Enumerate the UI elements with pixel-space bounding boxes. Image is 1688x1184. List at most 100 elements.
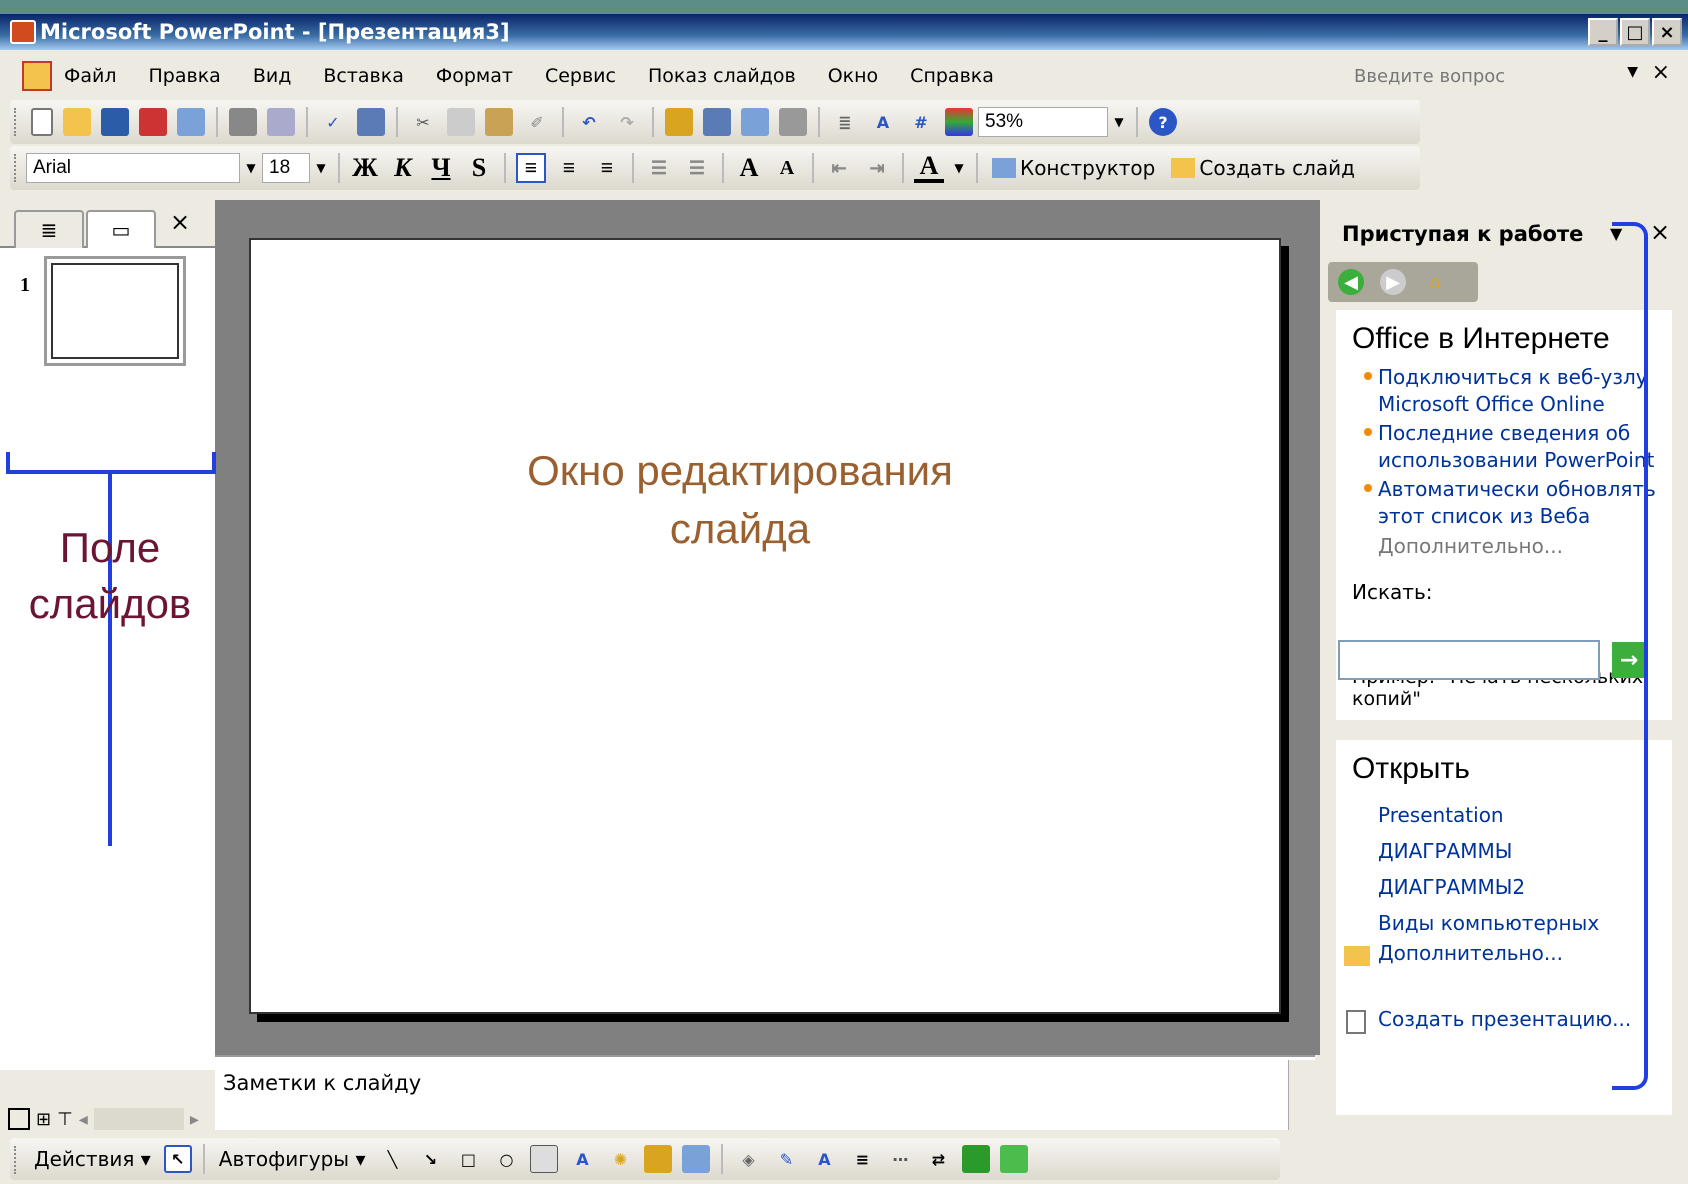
color-grayscale-icon[interactable] bbox=[945, 108, 973, 136]
chart-icon[interactable] bbox=[665, 108, 693, 136]
textbox-icon[interactable] bbox=[530, 1145, 559, 1173]
grid-icon[interactable]: # bbox=[907, 108, 935, 136]
bold-button[interactable]: Ж bbox=[350, 153, 380, 183]
forward-icon[interactable]: ▶ bbox=[1380, 269, 1406, 295]
slide-thumbnail[interactable] bbox=[44, 256, 186, 366]
slide-canvas[interactable] bbox=[249, 238, 1281, 1014]
menu-format[interactable]: Формат bbox=[436, 65, 513, 87]
tab-outline[interactable]: ≣ bbox=[14, 210, 84, 248]
line-icon[interactable]: ╲ bbox=[378, 1145, 406, 1173]
sorter-view-icon[interactable]: ⊞ bbox=[36, 1109, 51, 1130]
oval-icon[interactable]: ○ bbox=[492, 1145, 520, 1173]
rectangle-icon[interactable]: □ bbox=[454, 1145, 482, 1173]
designer-button[interactable]: Конструктор bbox=[992, 156, 1155, 180]
actions-menu[interactable]: Действия ▾ bbox=[34, 1147, 151, 1171]
copy-icon[interactable] bbox=[447, 108, 475, 136]
arrow-style-icon[interactable]: ⇄ bbox=[924, 1145, 952, 1173]
align-right-button[interactable]: ≡ bbox=[592, 153, 622, 183]
maximize-button[interactable]: □ bbox=[1620, 18, 1650, 46]
panel-close-icon[interactable]: × bbox=[170, 208, 190, 236]
zoom-combo[interactable]: 53% bbox=[978, 107, 1108, 137]
font-dropdown-icon[interactable]: ▼ bbox=[240, 153, 262, 183]
select-arrow-icon[interactable]: ↖ bbox=[163, 1145, 192, 1173]
arrow-icon[interactable]: ↘ bbox=[416, 1145, 444, 1173]
increase-font-icon[interactable]: A bbox=[734, 153, 764, 183]
help-icon[interactable]: ? bbox=[1149, 108, 1177, 136]
document-icon[interactable] bbox=[22, 61, 52, 91]
new-slide-button[interactable]: Создать слайд bbox=[1171, 156, 1355, 180]
file-presentation[interactable]: Presentation bbox=[1378, 802, 1504, 829]
italic-button[interactable]: К bbox=[388, 153, 418, 183]
menu-tools[interactable]: Сервис bbox=[545, 65, 616, 87]
wordart-icon[interactable]: A bbox=[568, 1145, 596, 1173]
ask-question-input[interactable]: Введите вопрос bbox=[1354, 58, 1614, 94]
slideshow-view-icon[interactable]: ⊤ bbox=[57, 1109, 73, 1130]
ask-dropdown-icon[interactable]: ▼ bbox=[1627, 64, 1638, 80]
permission-icon[interactable] bbox=[139, 108, 167, 136]
align-center-button[interactable]: ≡ bbox=[554, 153, 584, 183]
redo-icon[interactable]: ↷ bbox=[613, 108, 641, 136]
tab-slides[interactable]: ▭ bbox=[86, 210, 156, 248]
format-painter-icon[interactable]: ✐ bbox=[523, 108, 551, 136]
minimize-button[interactable]: _ bbox=[1588, 18, 1618, 46]
diagram-icon[interactable]: ✺ bbox=[606, 1145, 634, 1173]
email-icon[interactable] bbox=[177, 108, 205, 136]
notes-pane[interactable]: Заметки к слайду bbox=[215, 1055, 1315, 1130]
print-icon[interactable] bbox=[229, 108, 257, 136]
table-icon[interactable] bbox=[703, 108, 731, 136]
decrease-font-icon[interactable]: A bbox=[772, 153, 802, 183]
spelling-icon[interactable]: ✓ bbox=[319, 108, 347, 136]
preview-icon[interactable] bbox=[267, 108, 295, 136]
font-combo[interactable]: Arial bbox=[26, 153, 240, 183]
search-input[interactable] bbox=[1338, 640, 1600, 680]
size-dropdown-icon[interactable]: ▼ bbox=[310, 153, 332, 183]
dash-style-icon[interactable]: ⋯ bbox=[886, 1145, 914, 1173]
paste-icon[interactable] bbox=[485, 108, 513, 136]
notes-scrollbar[interactable] bbox=[1288, 1060, 1316, 1130]
create-presentation[interactable]: Создать презентацию... bbox=[1378, 1006, 1631, 1033]
save-icon[interactable] bbox=[101, 108, 129, 136]
menu-window[interactable]: Окно bbox=[828, 65, 878, 87]
scroll-left-icon[interactable]: ◂ bbox=[79, 1109, 88, 1130]
menu-edit[interactable]: Правка bbox=[149, 65, 221, 87]
menu-file[interactable]: Файл bbox=[64, 65, 117, 87]
research-icon[interactable] bbox=[357, 108, 385, 136]
cut-icon[interactable]: ✂ bbox=[409, 108, 437, 136]
undo-icon[interactable]: ↶ bbox=[575, 108, 603, 136]
file-computer-types[interactable]: Виды компьютерных bbox=[1378, 910, 1599, 937]
file-diagrams[interactable]: ДИАГРАММЫ bbox=[1378, 838, 1512, 865]
numbering-icon[interactable]: ☰ bbox=[644, 153, 674, 183]
fill-color-icon[interactable]: ◈ bbox=[734, 1145, 762, 1173]
font-color-draw-icon[interactable]: A bbox=[810, 1145, 838, 1173]
menu-insert[interactable]: Вставка bbox=[323, 65, 404, 87]
font-color-dropdown-icon[interactable]: ▼ bbox=[948, 153, 970, 183]
close-doc-icon[interactable]: × bbox=[1652, 60, 1670, 85]
close-button[interactable]: × bbox=[1652, 18, 1682, 46]
shadow-button[interactable]: S bbox=[464, 153, 494, 183]
hyperlink-icon[interactable] bbox=[779, 108, 807, 136]
normal-view-icon[interactable] bbox=[8, 1108, 30, 1130]
zoom-dropdown-icon[interactable]: ▼ bbox=[1108, 107, 1130, 137]
home-icon[interactable]: ⌂ bbox=[1422, 269, 1448, 295]
menu-slideshow[interactable]: Показ слайдов bbox=[648, 65, 796, 87]
show-formatting-icon[interactable]: A bbox=[869, 108, 897, 136]
3d-style-icon[interactable] bbox=[1000, 1145, 1029, 1173]
clipart-icon[interactable] bbox=[644, 1145, 673, 1173]
line-style-icon[interactable]: ≡ bbox=[848, 1145, 876, 1173]
menu-help[interactable]: Справка bbox=[910, 65, 994, 87]
decrease-indent-icon[interactable]: ⇤ bbox=[824, 153, 854, 183]
underline-button[interactable]: Ч bbox=[426, 153, 456, 183]
shadow-style-icon[interactable] bbox=[962, 1145, 991, 1173]
task-pane-close-icon[interactable]: × bbox=[1650, 218, 1670, 246]
open-more[interactable]: Дополнительно... bbox=[1378, 940, 1563, 967]
hscrollbar[interactable] bbox=[93, 1108, 184, 1130]
file-diagrams2[interactable]: ДИАГРАММЫ2 bbox=[1378, 874, 1525, 901]
scroll-right-icon[interactable]: ▸ bbox=[190, 1109, 199, 1130]
expand-all-icon[interactable]: ≣ bbox=[831, 108, 859, 136]
font-color-icon[interactable]: A bbox=[914, 151, 944, 183]
online-more[interactable]: Дополнительно... bbox=[1378, 534, 1563, 558]
autoshapes-menu[interactable]: Автофигуры ▾ bbox=[219, 1147, 366, 1171]
font-size-combo[interactable]: 18 bbox=[262, 153, 310, 183]
tables-borders-icon[interactable] bbox=[741, 108, 769, 136]
line-color-icon[interactable]: ✎ bbox=[772, 1145, 800, 1173]
